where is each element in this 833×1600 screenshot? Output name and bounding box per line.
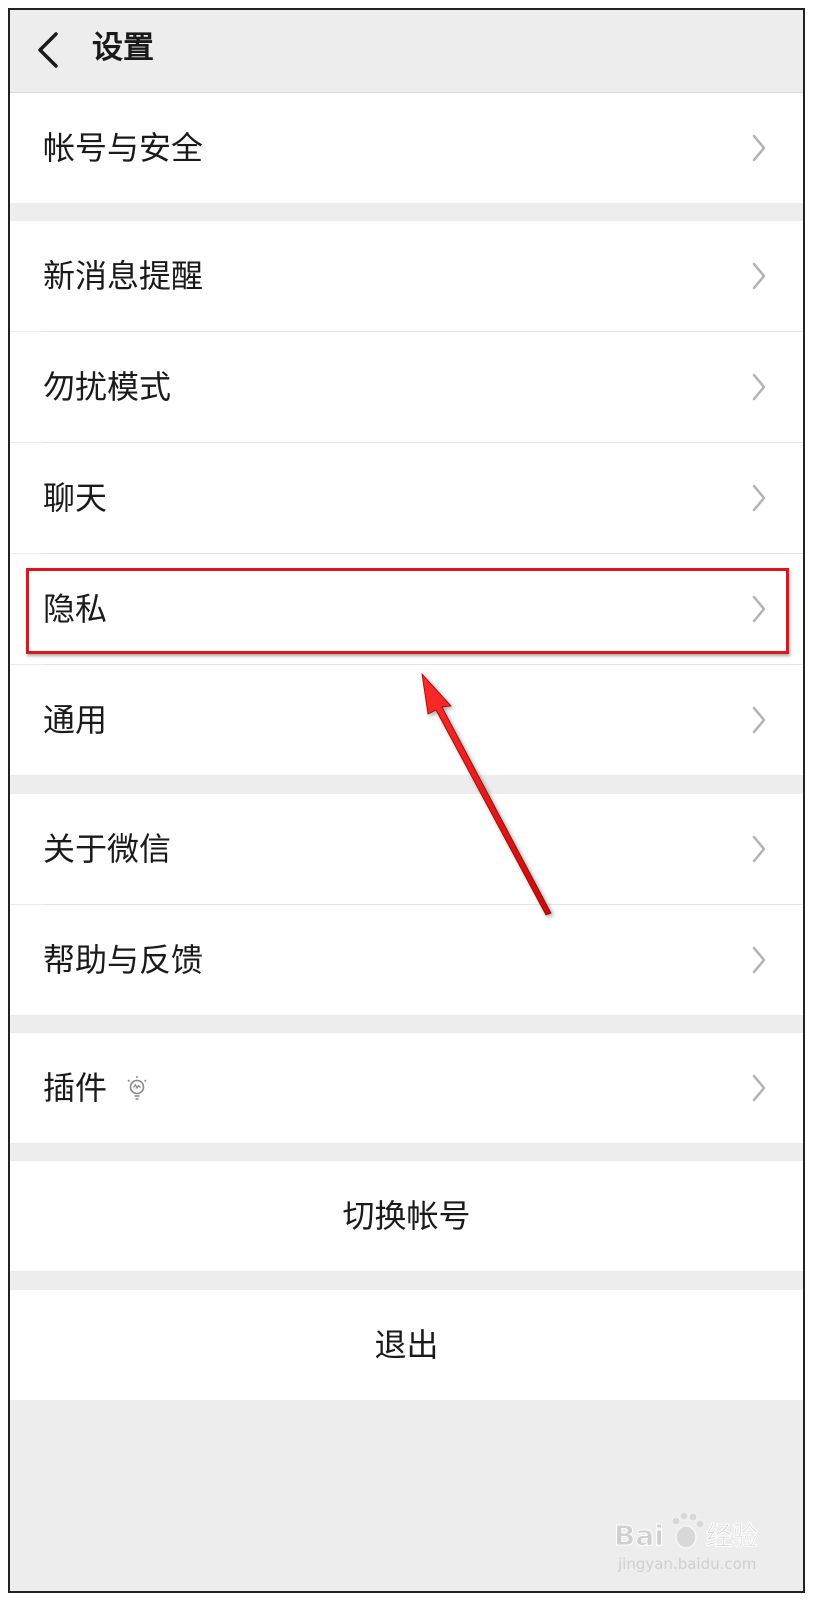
highlight-box xyxy=(26,568,789,654)
baidu-jingyan-watermark: Bai 经验 jingyan.baidu.com xyxy=(614,1511,759,1573)
menu-item-label: 聊天 xyxy=(43,479,108,517)
menu-item-chat[interactable]: 聊天 xyxy=(10,443,803,553)
menu-item-plugins[interactable]: 插件 xyxy=(10,1033,803,1143)
menu-item-help-feedback[interactable]: 帮助与反馈 xyxy=(10,905,803,1015)
baidu-paw-icon xyxy=(671,1511,705,1549)
lightbulb-icon xyxy=(127,1076,147,1100)
menu-item-general[interactable]: 通用 xyxy=(10,665,803,775)
menu-item-label: 插件 xyxy=(43,1069,108,1107)
page-title: 设置 xyxy=(92,30,154,66)
chevron-right-icon xyxy=(752,706,766,734)
menu-item-label: 新消息提醒 xyxy=(43,257,204,295)
menu-item-label: 通用 xyxy=(43,701,108,739)
svg-text:Bai: Bai xyxy=(614,1519,664,1552)
chevron-right-icon xyxy=(752,484,766,512)
menu-item-label: 帮助与反馈 xyxy=(43,941,204,979)
phone-screen: 设置 帐号与安全 新消息提醒 勿扰模式 聊天 隐私 通用 关于微信 帮助与反馈 xyxy=(8,8,805,1593)
menu-item-new-message[interactable]: 新消息提醒 xyxy=(10,221,803,331)
switch-account-label: 切换帐号 xyxy=(342,1197,471,1235)
annotation-arrow-icon xyxy=(421,672,552,916)
menu-item-label: 帐号与安全 xyxy=(43,129,204,167)
chevron-right-icon xyxy=(752,835,766,863)
chevron-right-icon xyxy=(752,262,766,290)
chevron-right-icon xyxy=(752,134,766,162)
logout-button[interactable]: 退出 xyxy=(10,1290,803,1400)
chevron-right-icon xyxy=(752,373,766,401)
back-icon[interactable] xyxy=(34,30,64,70)
menu-item-label: 关于微信 xyxy=(43,830,172,868)
chevron-right-icon xyxy=(752,946,766,974)
nav-header: 设置 xyxy=(10,10,803,93)
switch-account-button[interactable]: 切换帐号 xyxy=(10,1161,803,1271)
menu-item-label: 勿扰模式 xyxy=(43,368,172,406)
svg-text:经验: 经验 xyxy=(706,1522,758,1552)
menu-item-do-not-disturb[interactable]: 勿扰模式 xyxy=(10,332,803,442)
chevron-right-icon xyxy=(752,1074,766,1102)
logout-label: 退出 xyxy=(374,1326,439,1364)
menu-item-about[interactable]: 关于微信 xyxy=(10,794,803,904)
menu-item-account-security[interactable]: 帐号与安全 xyxy=(10,93,803,203)
svg-text:jingyan.baidu.com: jingyan.baidu.com xyxy=(617,1555,756,1573)
